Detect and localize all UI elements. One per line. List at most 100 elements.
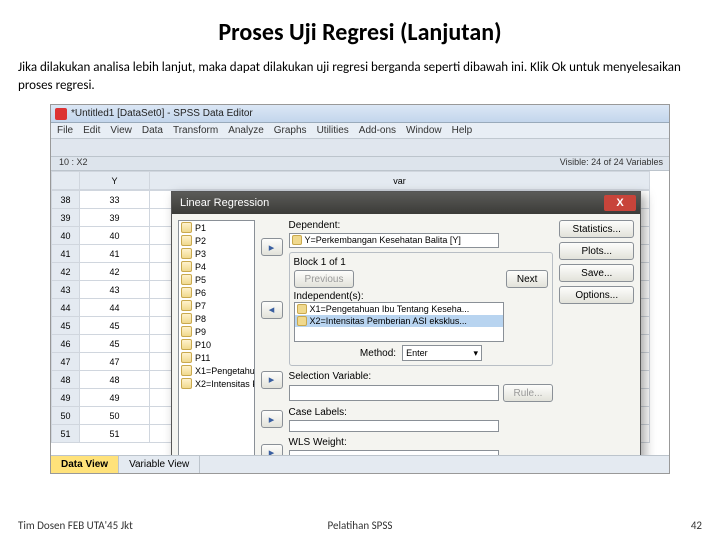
slide-title: Proses Uji Regresi (Lanjutan) xyxy=(18,18,702,47)
cell-y[interactable]: 51 xyxy=(80,425,150,443)
save-button[interactable]: Save... xyxy=(559,264,634,282)
var-item[interactable]: X2=Intensitas Pembe... xyxy=(179,377,254,390)
scale-icon xyxy=(297,304,307,314)
cell-y[interactable]: 44 xyxy=(80,299,150,317)
var-item[interactable]: P7 xyxy=(179,299,254,312)
menu-addons[interactable]: Add-ons xyxy=(359,125,396,136)
scale-icon xyxy=(181,365,192,376)
scale-icon xyxy=(181,222,192,233)
var-item[interactable]: P3 xyxy=(179,247,254,260)
row-header[interactable]: 40 xyxy=(52,227,80,245)
independent-field[interactable]: X1=Pengetahuan Ibu Tentang Keseha... X2=… xyxy=(294,302,504,342)
statistics-button[interactable]: Statistics... xyxy=(559,220,634,238)
row-header[interactable]: 50 xyxy=(52,407,80,425)
menu-data[interactable]: Data xyxy=(142,125,163,136)
toolbar xyxy=(51,139,669,157)
row-header[interactable]: 47 xyxy=(52,353,80,371)
previous-button[interactable]: Previous xyxy=(294,270,355,288)
menu-view[interactable]: View xyxy=(110,125,132,136)
dependent-field[interactable]: Y=Perkembangan Kesehatan Balita [Y] xyxy=(289,233,499,248)
var-label: X2=Intensitas Pembe... xyxy=(195,379,255,389)
case-field[interactable] xyxy=(289,420,499,432)
var-item[interactable]: X1=Pengetahuan Ibu ... xyxy=(179,364,254,377)
method-label: Method: xyxy=(360,348,396,359)
var-label: P4 xyxy=(195,262,206,272)
linear-regression-dialog: Linear Regression X P1P2P3P4P5P6P7P8P9P1… xyxy=(171,191,641,474)
cell-y[interactable]: 48 xyxy=(80,371,150,389)
cell-y[interactable]: 39 xyxy=(80,209,150,227)
var-label: P8 xyxy=(195,314,206,324)
close-icon[interactable]: X xyxy=(604,195,636,211)
plots-button[interactable]: Plots... xyxy=(559,242,634,260)
view-tabs: Data View Variable View xyxy=(51,455,669,473)
row-header[interactable]: 38 xyxy=(52,191,80,209)
next-button[interactable]: Next xyxy=(506,270,549,288)
row-header[interactable]: 39 xyxy=(52,209,80,227)
variable-list[interactable]: P1P2P3 P4 P5P6 P7 P8P9P10P11X1=Pengetahuan I… xyxy=(178,220,255,462)
row-header[interactable]: 44 xyxy=(52,299,80,317)
row-header[interactable]: 46 xyxy=(52,335,80,353)
row-header[interactable]: 42 xyxy=(52,263,80,281)
row-header[interactable]: 49 xyxy=(52,389,80,407)
menu-help[interactable]: Help xyxy=(452,125,473,136)
app-icon xyxy=(55,108,67,120)
move-case-button[interactable]: ▸ xyxy=(261,410,283,428)
scale-icon xyxy=(292,235,302,245)
menu-utilities[interactable]: Utilities xyxy=(317,125,349,136)
row-header[interactable]: 51 xyxy=(52,425,80,443)
options-button[interactable]: Options... xyxy=(559,286,634,304)
var-item[interactable]: P2 xyxy=(179,234,254,247)
tab-variable-view[interactable]: Variable View xyxy=(119,456,200,473)
method-dropdown[interactable]: Enter▾ xyxy=(402,345,482,361)
menu-transform[interactable]: Transform xyxy=(173,125,218,136)
var-item[interactable]: P11 xyxy=(179,351,254,364)
slide-footer: Tim Dosen FEB UTA'45 Jkt Pelatihan SPSS … xyxy=(18,519,702,532)
rule-button[interactable]: Rule... xyxy=(503,384,554,402)
var-label: P5 xyxy=(195,275,206,285)
move-independent-button[interactable]: ◂ xyxy=(261,301,283,319)
var-item[interactable]: P10 xyxy=(179,338,254,351)
move-selection-button[interactable]: ▸ xyxy=(261,371,283,389)
info-bar: 10 : X2 Visible: 24 of 24 Variables xyxy=(51,157,669,171)
var-item[interactable]: P5 xyxy=(179,273,254,286)
row-header[interactable]: 43 xyxy=(52,281,80,299)
scale-icon xyxy=(181,287,192,298)
cell-y[interactable]: 40 xyxy=(80,227,150,245)
cell-y[interactable]: 41 xyxy=(80,245,150,263)
cell-y[interactable]: 45 xyxy=(80,335,150,353)
cell-y[interactable]: 33 xyxy=(80,191,150,209)
var-item[interactable]: P6 xyxy=(179,286,254,299)
var-item[interactable]: P4 xyxy=(179,260,254,273)
scale-icon xyxy=(181,274,192,285)
menu-graphs[interactable]: Graphs xyxy=(274,125,307,136)
row-header[interactable]: 48 xyxy=(52,371,80,389)
cell-y[interactable]: 49 xyxy=(80,389,150,407)
footer-center: Pelatihan SPSS xyxy=(328,519,393,532)
var-item[interactable]: P9 xyxy=(179,325,254,338)
var-item[interactable]: P1 xyxy=(179,221,254,234)
menu-analyze[interactable]: Analyze xyxy=(228,125,264,136)
menu-window[interactable]: Window xyxy=(406,125,442,136)
var-label: P7 xyxy=(195,301,206,311)
row-header[interactable]: 45 xyxy=(52,317,80,335)
menu-edit[interactable]: Edit xyxy=(83,125,100,136)
goto-cell: 10 : X2 xyxy=(59,157,88,167)
cell-y[interactable]: 43 xyxy=(80,281,150,299)
cell-y[interactable]: 42 xyxy=(80,263,150,281)
cell-y[interactable]: 50 xyxy=(80,407,150,425)
menu-file[interactable]: File xyxy=(57,125,73,136)
cell-y[interactable]: 45 xyxy=(80,317,150,335)
cell-y[interactable]: 47 xyxy=(80,353,150,371)
indep-value-1: X1=Pengetahuan Ibu Tentang Keseha... xyxy=(310,304,470,314)
wls-label: WLS Weight: xyxy=(289,437,554,448)
tab-data-view[interactable]: Data View xyxy=(51,456,119,473)
screenshot-container: *Untitled1 [DataSet0] - SPSS Data Editor… xyxy=(50,104,670,474)
move-dependent-button[interactable]: ▸ xyxy=(261,238,283,256)
scale-icon xyxy=(181,300,192,311)
col-header-y[interactable]: Y xyxy=(80,172,150,190)
var-label: P1 xyxy=(195,223,206,233)
row-header[interactable]: 41 xyxy=(52,245,80,263)
footer-right: 42 xyxy=(691,519,702,532)
var-item[interactable]: P8 xyxy=(179,312,254,325)
selection-field[interactable] xyxy=(289,385,499,401)
